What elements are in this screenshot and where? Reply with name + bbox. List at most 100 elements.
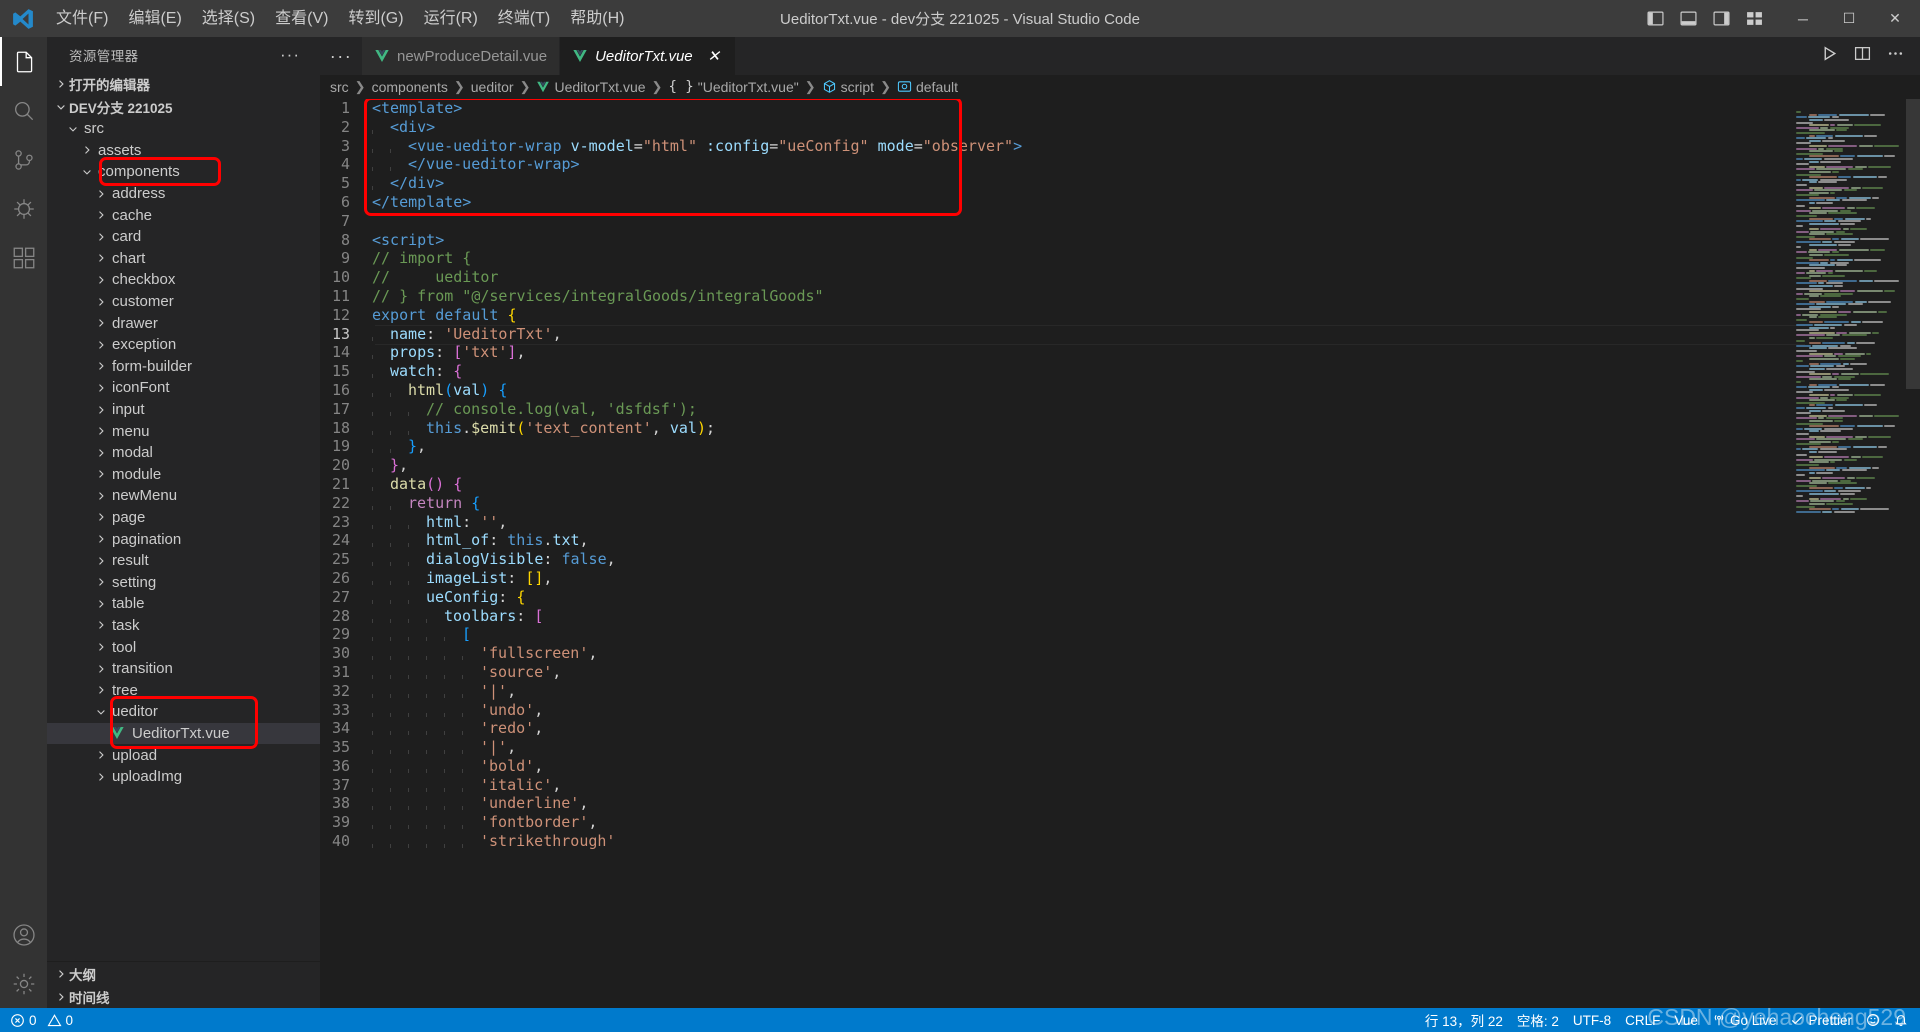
code-line-text[interactable]: // import {: [372, 249, 1920, 268]
chevron-right-icon[interactable]: [93, 533, 109, 545]
status-cursor-position[interactable]: 行 13，列 22: [1418, 1008, 1510, 1032]
code-line-text[interactable]: '|',: [372, 682, 1920, 701]
code-line-text[interactable]: // } from "@/services/integralGoods/inte…: [372, 287, 1920, 306]
code-line-text[interactable]: </vue-ueditor-wrap>: [372, 155, 1920, 174]
code-line-text[interactable]: html_of: this.txt,: [372, 531, 1920, 550]
code-line[interactable]: 22 return {: [320, 494, 1920, 513]
code-line-text[interactable]: },: [372, 456, 1920, 475]
code-line-text[interactable]: data() {: [372, 475, 1920, 494]
code-line-text[interactable]: '|',: [372, 738, 1920, 757]
menu-view[interactable]: 查看(V): [265, 0, 338, 37]
code-line[interactable]: 7: [320, 212, 1920, 231]
code-line[interactable]: 1 <template>: [320, 99, 1920, 118]
code-line-text[interactable]: </template>: [372, 193, 1920, 212]
code-line-text[interactable]: return {: [372, 494, 1920, 513]
sidebar-more-actions-icon[interactable]: ···: [280, 45, 300, 65]
tree-folder-tool[interactable]: tool: [47, 636, 320, 658]
code-line[interactable]: 32 '|',: [320, 682, 1920, 701]
code-line-text[interactable]: watch: {: [372, 362, 1920, 381]
code-line-text[interactable]: <script>: [372, 231, 1920, 250]
breadcrumb[interactable]: src ❯ components ❯ ueditor ❯ UeditorTxt.…: [320, 75, 1920, 99]
toggle-secondary-sidebar-icon[interactable]: [1712, 10, 1731, 27]
code-line[interactable]: 30 'fullscreen',: [320, 644, 1920, 663]
tree-folder-upload[interactable]: upload: [47, 744, 320, 766]
activity-explorer[interactable]: [0, 37, 47, 86]
chevron-right-icon[interactable]: [93, 771, 109, 783]
chevron-right-icon[interactable]: [93, 490, 109, 502]
code-line-text[interactable]: <div>: [372, 118, 1920, 137]
code-line-text[interactable]: toolbars: [: [372, 607, 1920, 626]
tree-folder-customer[interactable]: customer: [47, 291, 320, 313]
status-encoding[interactable]: UTF-8: [1566, 1008, 1618, 1032]
section-workspace[interactable]: DEV分支 221025: [47, 95, 320, 118]
chevron-right-icon[interactable]: [93, 749, 109, 761]
tree-folder-components[interactable]: components: [47, 161, 320, 183]
code-line[interactable]: 11 // } from "@/services/integralGoods/in…: [320, 287, 1920, 306]
chevron-right-icon[interactable]: [93, 360, 109, 372]
chevron-right-icon[interactable]: [93, 511, 109, 523]
code-line-text[interactable]: 'italic',: [372, 776, 1920, 795]
chevron-right-icon[interactable]: [93, 231, 109, 243]
code-line[interactable]: 10 // ueditor: [320, 268, 1920, 287]
chevron-right-icon[interactable]: [93, 663, 109, 675]
code-line-text[interactable]: 'bold',: [372, 757, 1920, 776]
menu-edit[interactable]: 编辑(E): [118, 0, 191, 37]
code-line-text[interactable]: ueConfig: {: [372, 588, 1920, 607]
code-line-text[interactable]: this.$emit('text_content', val);: [372, 419, 1920, 438]
chevron-right-icon[interactable]: [93, 641, 109, 653]
tree-folder-checkbox[interactable]: checkbox: [47, 269, 320, 291]
code-line[interactable]: 23 html: '',: [320, 513, 1920, 532]
chevron-right-icon[interactable]: [93, 209, 109, 221]
maximize-button[interactable]: ☐: [1826, 0, 1872, 37]
breadcrumb-item-script[interactable]: script: [822, 79, 874, 95]
code-line-text[interactable]: name: 'UeditorTxt',: [372, 325, 1920, 344]
code-line[interactable]: 34 'redo',: [320, 719, 1920, 738]
code-line[interactable]: 21 data() {: [320, 475, 1920, 494]
code-line-text[interactable]: },: [372, 437, 1920, 456]
code-line[interactable]: 33 'undo',: [320, 701, 1920, 720]
customize-layout-icon[interactable]: [1745, 10, 1764, 27]
code-line-text[interactable]: // ueditor: [372, 268, 1920, 287]
code-line-text[interactable]: 'undo',: [372, 701, 1920, 720]
code-line[interactable]: 12 export default {: [320, 306, 1920, 325]
chevron-right-icon[interactable]: [93, 317, 109, 329]
tree-folder-ueditor[interactable]: ueditor: [47, 701, 320, 723]
scrollbar-thumb[interactable]: [1906, 99, 1920, 389]
breadcrumb-item-file[interactable]: UeditorTxt.vue: [536, 79, 646, 95]
code-line-text[interactable]: dialogVisible: false,: [372, 550, 1920, 569]
chevron-right-icon[interactable]: [93, 296, 109, 308]
activity-extensions[interactable]: [0, 233, 47, 282]
status-indentation[interactable]: 空格: 2: [1510, 1008, 1566, 1032]
code-line[interactable]: 37 'italic',: [320, 776, 1920, 795]
tree-folder-iconFont[interactable]: iconFont: [47, 377, 320, 399]
code-line-text[interactable]: props: ['txt'],: [372, 343, 1920, 362]
status-language-mode[interactable]: Vue: [1667, 1008, 1705, 1032]
code-line[interactable]: 4 </vue-ueditor-wrap>: [320, 155, 1920, 174]
tree-file-UeditorTxt-vue[interactable]: UeditorTxt.vue: [47, 722, 320, 745]
menu-bar[interactable]: 文件(F) 编辑(E) 选择(S) 查看(V) 转到(G) 运行(R) 终端(T…: [46, 0, 634, 37]
tree-folder-modal[interactable]: modal: [47, 442, 320, 464]
chevron-right-icon[interactable]: [93, 619, 109, 631]
code-line[interactable]: 19},: [320, 437, 1920, 456]
chevron-right-icon[interactable]: [93, 404, 109, 416]
chevron-right-icon[interactable]: [79, 144, 95, 156]
activity-search[interactable]: [0, 86, 47, 135]
code-line[interactable]: 29 [: [320, 625, 1920, 644]
minimize-button[interactable]: ─: [1780, 0, 1826, 37]
tree-folder-module[interactable]: module: [47, 464, 320, 486]
activity-run-debug[interactable]: [0, 184, 47, 233]
section-open-editors[interactable]: 打开的编辑器: [47, 72, 320, 95]
chevron-right-icon[interactable]: [93, 598, 109, 610]
code-line[interactable]: 15 watch: {: [320, 362, 1920, 381]
tab-newProduceDetail[interactable]: newProduceDetail.vue: [362, 37, 561, 75]
run-icon[interactable]: [1821, 45, 1838, 67]
code-line[interactable]: 20},: [320, 456, 1920, 475]
chevron-right-icon[interactable]: [93, 555, 109, 567]
tabs-more-icon[interactable]: ···: [320, 37, 362, 75]
status-problems[interactable]: 0 0: [0, 1008, 80, 1032]
activity-source-control[interactable]: [0, 135, 47, 184]
code-line-text[interactable]: 'source',: [372, 663, 1920, 682]
breadcrumb-item-module[interactable]: { } "UeditorTxt.vue": [668, 79, 798, 95]
tree-folder-transition[interactable]: transition: [47, 658, 320, 680]
close-button[interactable]: ✕: [1872, 0, 1918, 37]
